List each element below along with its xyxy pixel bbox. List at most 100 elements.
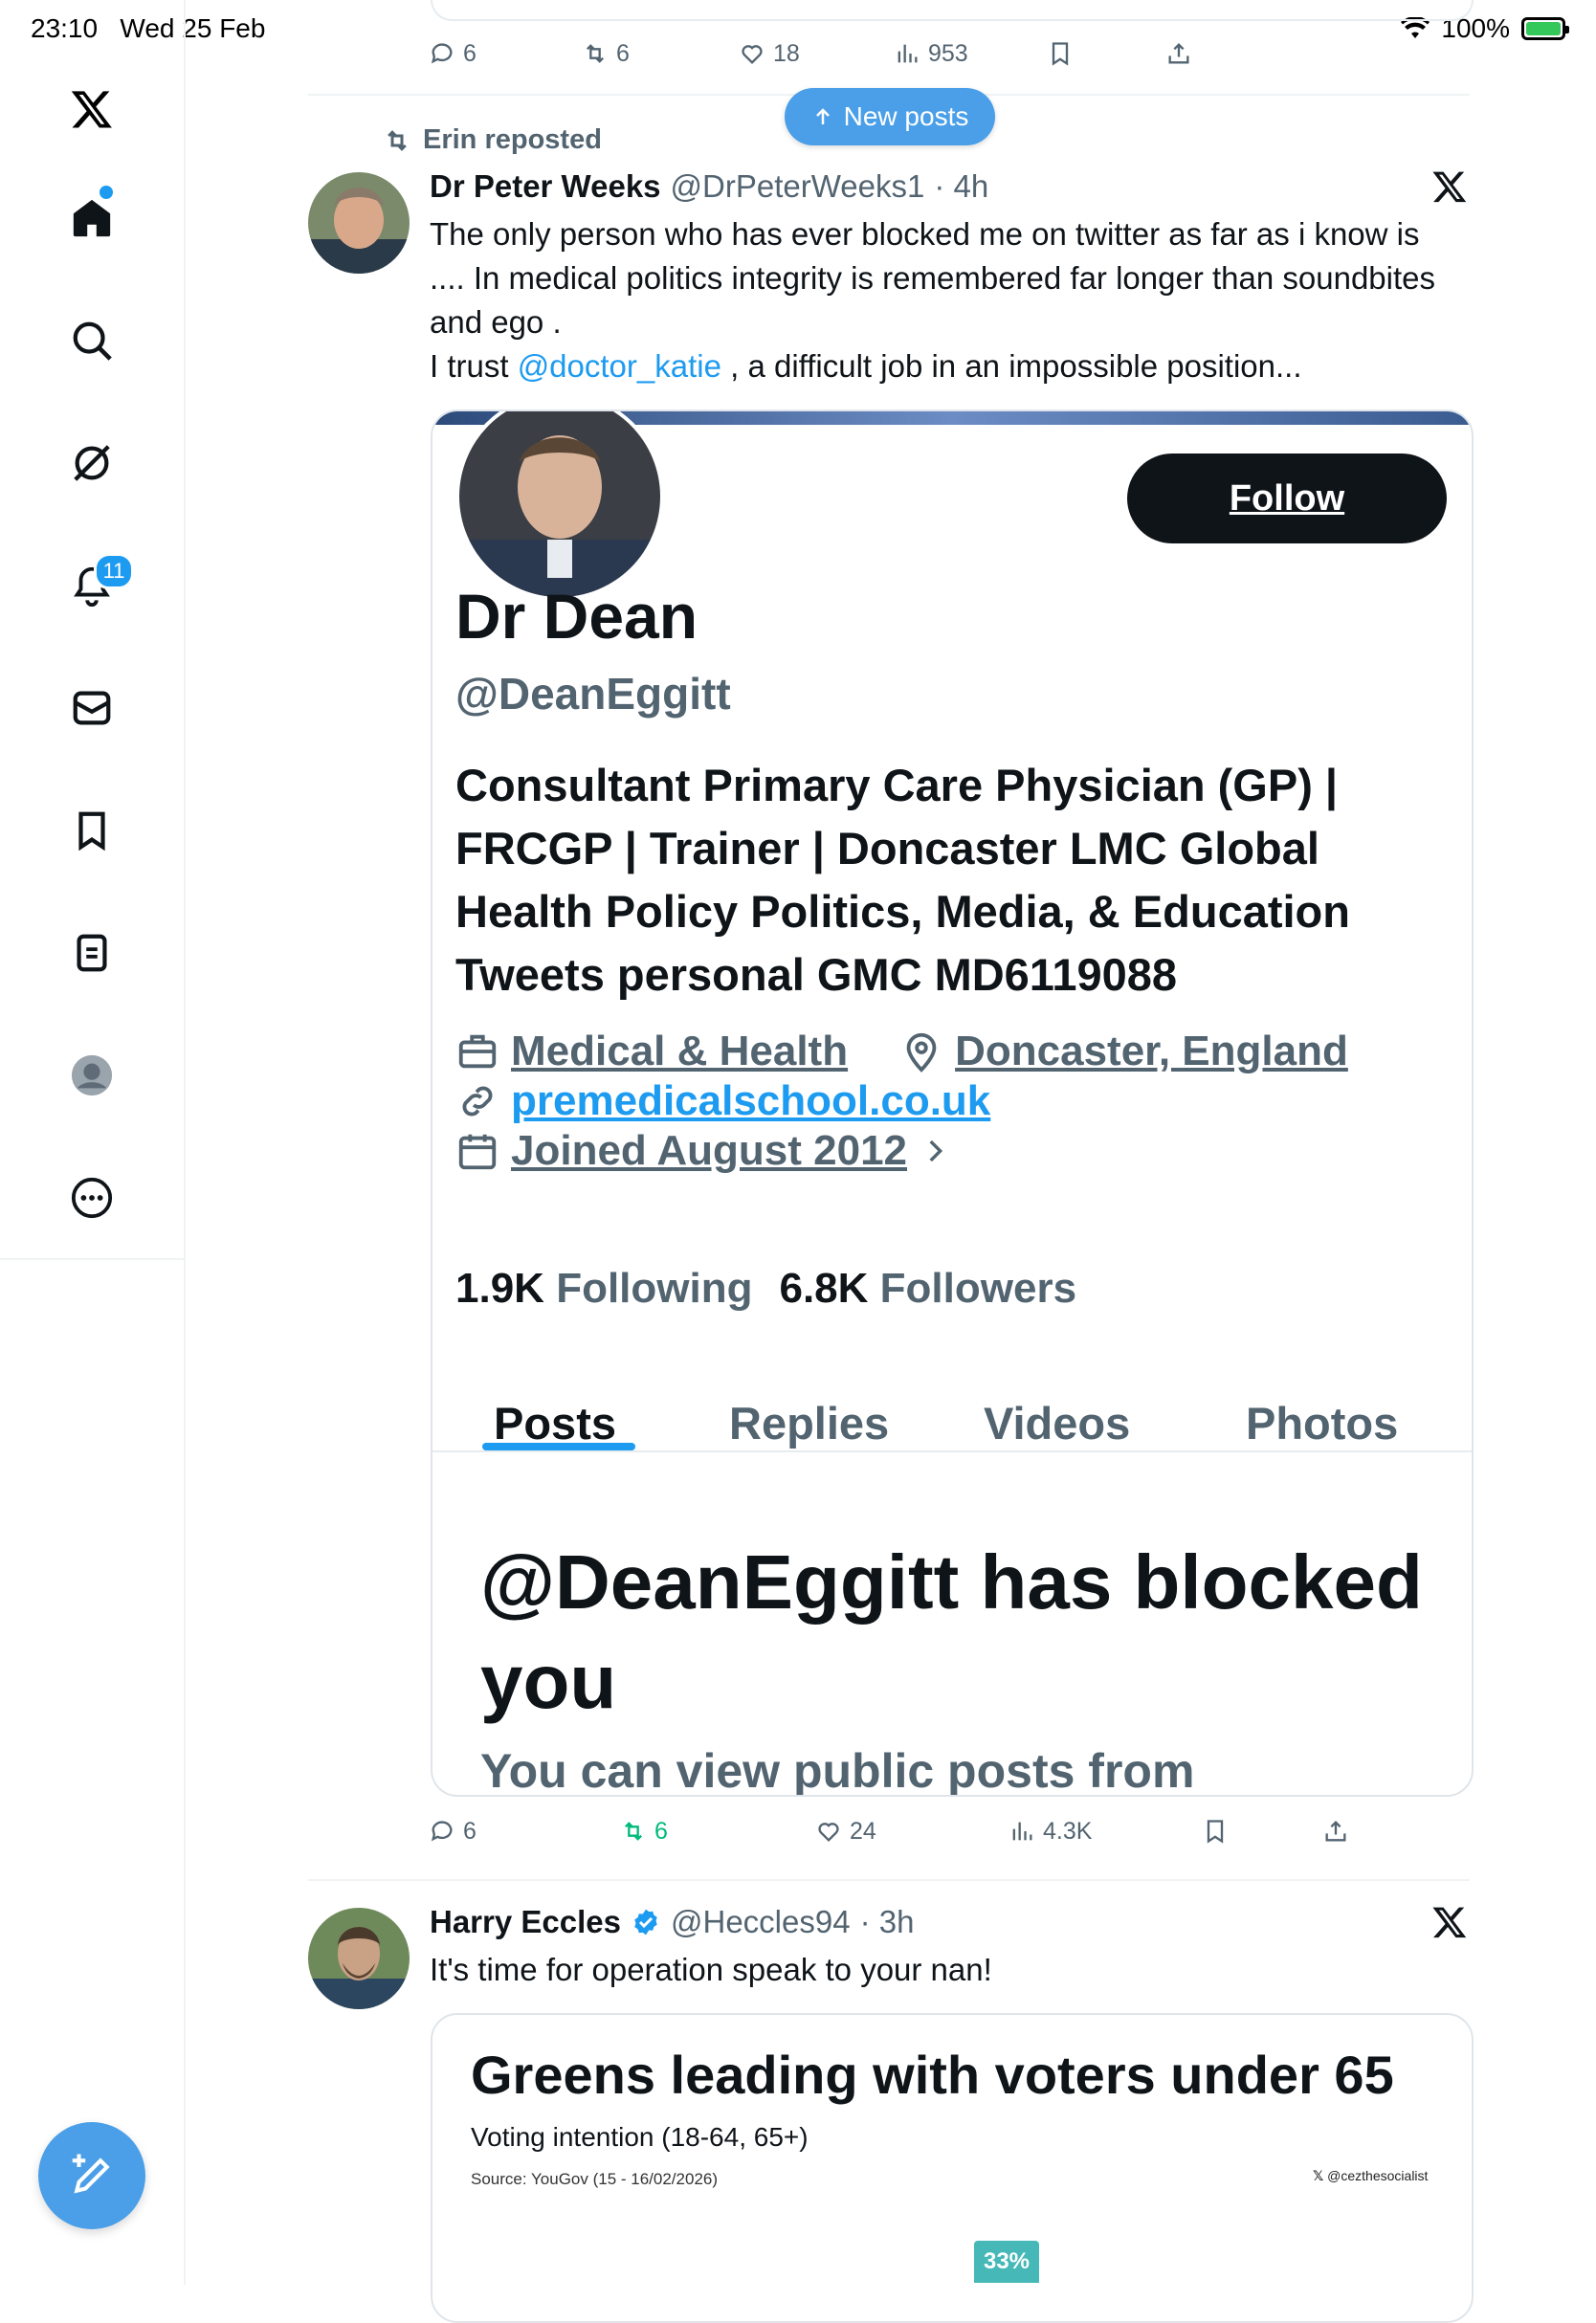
image-credit: 𝕏 @cezthesocialist <box>1313 2168 1429 2183</box>
verified-badge-icon <box>634 1909 657 1936</box>
more-icon[interactable] <box>57 1163 126 1232</box>
profile-avatar[interactable] <box>455 411 664 601</box>
like-button[interactable]: 24 <box>815 1818 876 1846</box>
lists-icon[interactable] <box>57 918 126 987</box>
profile-joined-row[interactable]: Joined August 2012 <box>455 1127 951 1175</box>
grok-icon[interactable] <box>57 429 126 498</box>
arrow-up-icon <box>815 108 830 124</box>
profile-tabs: Posts Replies Videos Photos <box>432 1359 1472 1452</box>
embedded-profile-card[interactable]: Follow Dr Dean @DeanEggitt Consultant Pr… <box>431 409 1474 1797</box>
bookmark-button[interactable] <box>1202 1818 1229 1845</box>
like-count: 18 <box>773 39 800 67</box>
grok-x-icon[interactable] <box>1431 1904 1468 1945</box>
reply-button[interactable]: 6 <box>429 40 477 68</box>
repost-count: 6 <box>654 1817 668 1845</box>
tweet-divider <box>308 1879 1470 1881</box>
new-posts-label: New posts <box>843 101 969 131</box>
image-title: Greens leading with voters under 65 <box>471 2045 1394 2105</box>
mention-link[interactable]: @doctor_katie <box>518 348 721 384</box>
reply-count: 6 <box>463 39 477 67</box>
author-handle[interactable]: @DrPeterWeeks1 <box>671 168 925 205</box>
like-button[interactable]: 18 <box>739 40 800 68</box>
heart-icon <box>742 45 763 64</box>
tweet-time: · 4h <box>934 168 989 204</box>
views-count: 4.3K <box>1043 1817 1093 1845</box>
column-divider <box>184 1259 186 2285</box>
tweet-header: Harry Eccles @Heccles94 · 3h <box>430 1904 914 1940</box>
reply-icon <box>431 1821 453 1842</box>
tweet1-actions: 6 6 24 4.3K <box>429 1814 1472 1848</box>
reply-icon <box>431 43 453 64</box>
views-button[interactable]: 953 <box>894 40 968 68</box>
link-icon <box>462 1086 493 1117</box>
tab-posts[interactable]: Posts <box>494 1397 616 1449</box>
bookmark-icon <box>1207 1820 1224 1844</box>
profile-icon[interactable] <box>57 1041 126 1110</box>
battery-icon <box>1521 17 1569 40</box>
location-pin-icon <box>906 1032 937 1073</box>
previous-tweet-card <box>431 0 1474 21</box>
briefcase-icon <box>458 1034 497 1069</box>
bookmark-button[interactable] <box>1047 40 1074 67</box>
mail-icon[interactable] <box>57 674 126 742</box>
profile-website-row: premedicalschool.co.uk <box>455 1077 990 1125</box>
profile-meta-row: Medical & Health Doncaster, England <box>455 1028 1348 1075</box>
author-name[interactable]: Harry Eccles <box>430 1904 621 1940</box>
tweet-text: The only person who has ever blocked me … <box>430 216 1436 384</box>
tab-videos[interactable]: Videos <box>984 1397 1130 1449</box>
profile-bio: Consultant Primary Care Physician (GP) |… <box>455 760 1350 1000</box>
tweet-header: Dr Peter Weeks @DrPeterWeeks1 · 4h <box>430 168 988 205</box>
search-icon[interactable] <box>57 306 126 375</box>
repost-indicator[interactable]: Erin reposted <box>381 124 602 156</box>
repost-count: 6 <box>616 39 630 67</box>
profile-location[interactable]: Doncaster, England <box>955 1028 1348 1075</box>
profile-category[interactable]: Medical & Health <box>511 1028 848 1075</box>
chevron-right-icon <box>929 1139 943 1162</box>
tab-replies[interactable]: Replies <box>729 1397 889 1449</box>
embedded-image-card[interactable]: Greens leading with voters under 65 Voti… <box>431 2013 1474 2323</box>
reply-count: 6 <box>463 1817 477 1845</box>
grok-x-icon[interactable] <box>1431 168 1468 210</box>
home-icon[interactable] <box>57 184 126 253</box>
repost-label: Erin reposted <box>423 124 602 155</box>
compose-button[interactable] <box>38 2122 145 2229</box>
followers-link[interactable]: 6.8K Followers <box>779 1265 1076 1313</box>
views-icon <box>1012 1822 1032 1841</box>
like-count: 24 <box>850 1817 876 1845</box>
bookmark-icon[interactable] <box>57 796 126 865</box>
views-count: 953 <box>928 39 968 67</box>
repost-button[interactable]: 6 <box>582 40 630 68</box>
author-avatar[interactable] <box>308 1908 410 2009</box>
share-button[interactable] <box>1165 40 1192 67</box>
new-posts-button[interactable]: New posts <box>785 88 995 145</box>
reply-button[interactable]: 6 <box>429 1818 477 1846</box>
x-logo-icon[interactable] <box>57 75 126 144</box>
compose-icon <box>72 2154 110 2194</box>
following-link[interactable]: 1.9K Following <box>455 1265 752 1313</box>
calendar-icon <box>458 1134 497 1170</box>
share-button[interactable] <box>1322 1818 1349 1845</box>
author-name[interactable]: Dr Peter Weeks <box>430 168 661 205</box>
profile-name: Dr Dean <box>455 581 698 652</box>
heart-icon <box>818 1823 839 1842</box>
follow-button[interactable]: Follow <box>1127 454 1447 543</box>
notifications-badge: 11 <box>94 553 134 589</box>
profile-website[interactable]: premedicalschool.co.uk <box>511 1077 990 1125</box>
image-subtitle: Voting intention (18-64, 65+) <box>471 2122 809 2152</box>
blocked-subtext: You can view public posts from <box>480 1744 1195 1797</box>
bookmark-icon <box>1052 42 1069 66</box>
chart-value-label: 33% <box>974 2241 1039 2283</box>
nav-divider <box>0 1258 184 1260</box>
author-avatar[interactable] <box>308 172 410 274</box>
repost-button[interactable]: 6 <box>620 1818 668 1846</box>
profile-handle: @DeanEggitt <box>455 669 731 719</box>
top-tweet-actions: 6 6 18 953 <box>429 38 1472 69</box>
views-icon <box>898 44 918 63</box>
profile-counts: 1.9K Following 6.8K Followers <box>455 1265 1076 1313</box>
blocked-message: @DeanEggitt has blocked you <box>480 1539 1423 1724</box>
author-handle[interactable]: @Heccles94 <box>671 1904 851 1940</box>
tab-photos[interactable]: Photos <box>1246 1397 1398 1449</box>
views-button[interactable]: 4.3K <box>1009 1818 1092 1846</box>
tweet-text: It's time for operation speak to your na… <box>430 1952 992 1987</box>
share-icon <box>1325 1821 1346 1842</box>
